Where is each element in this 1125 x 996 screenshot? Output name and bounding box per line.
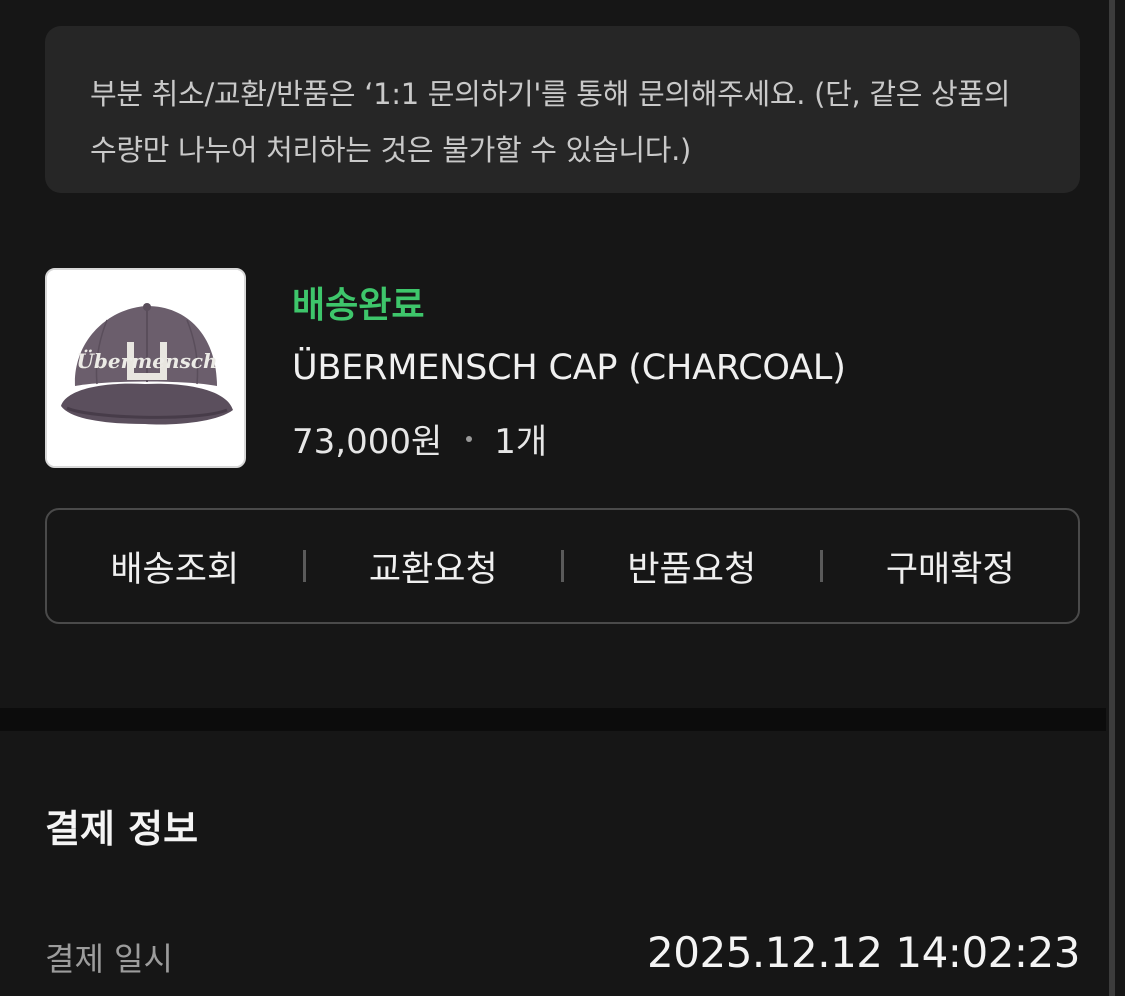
return-request-button[interactable]: 반품요청 <box>564 510 820 622</box>
product-quantity: 1개 <box>494 422 548 462</box>
price-line: 73,000원 1개 <box>292 414 547 463</box>
delivery-status: 배송완료 <box>292 285 425 326</box>
product-thumbnail[interactable]: Übermensch <box>45 268 246 468</box>
payment-date-value: 2025.12.12 14:02:23 <box>647 928 1080 977</box>
scrollbar[interactable] <box>1109 0 1115 996</box>
confirm-purchase-button[interactable]: 구매확정 <box>823 510 1079 622</box>
cap-logo-text: Übermensch <box>76 348 217 373</box>
order-item[interactable]: Übermensch 배송완료 ÜBERMENSCH CAP (CHARCOAL… <box>45 268 1080 468</box>
partial-cancel-notice: 부분 취소/교환/반품은 ‘1:1 문의하기'를 통해 문의해주세요. (단, … <box>45 26 1080 193</box>
payment-date-row: 결제 일시 2025.12.12 14:02:23 <box>45 928 1080 984</box>
track-delivery-button[interactable]: 배송조회 <box>47 510 303 622</box>
notice-text: 부분 취소/교환/반품은 ‘1:1 문의하기'를 통해 문의해주세요. (단, … <box>90 77 1011 167</box>
order-detail-page: 부분 취소/교환/반품은 ‘1:1 문의하기'를 통해 문의해주세요. (단, … <box>0 0 1125 996</box>
payment-info-title: 결제 정보 <box>45 807 199 851</box>
product-price: 73,000원 <box>292 422 443 462</box>
exchange-request-button[interactable]: 교환요청 <box>306 510 562 622</box>
separator-dot <box>466 435 473 442</box>
order-action-bar: 배송조회 교환요청 반품요청 구매확정 <box>45 508 1080 624</box>
payment-date-label: 결제 일시 <box>45 940 173 978</box>
cap-product-image: Übermensch <box>47 270 244 466</box>
section-divider <box>0 708 1106 731</box>
product-name[interactable]: ÜBERMENSCH CAP (CHARCOAL) <box>292 348 846 388</box>
